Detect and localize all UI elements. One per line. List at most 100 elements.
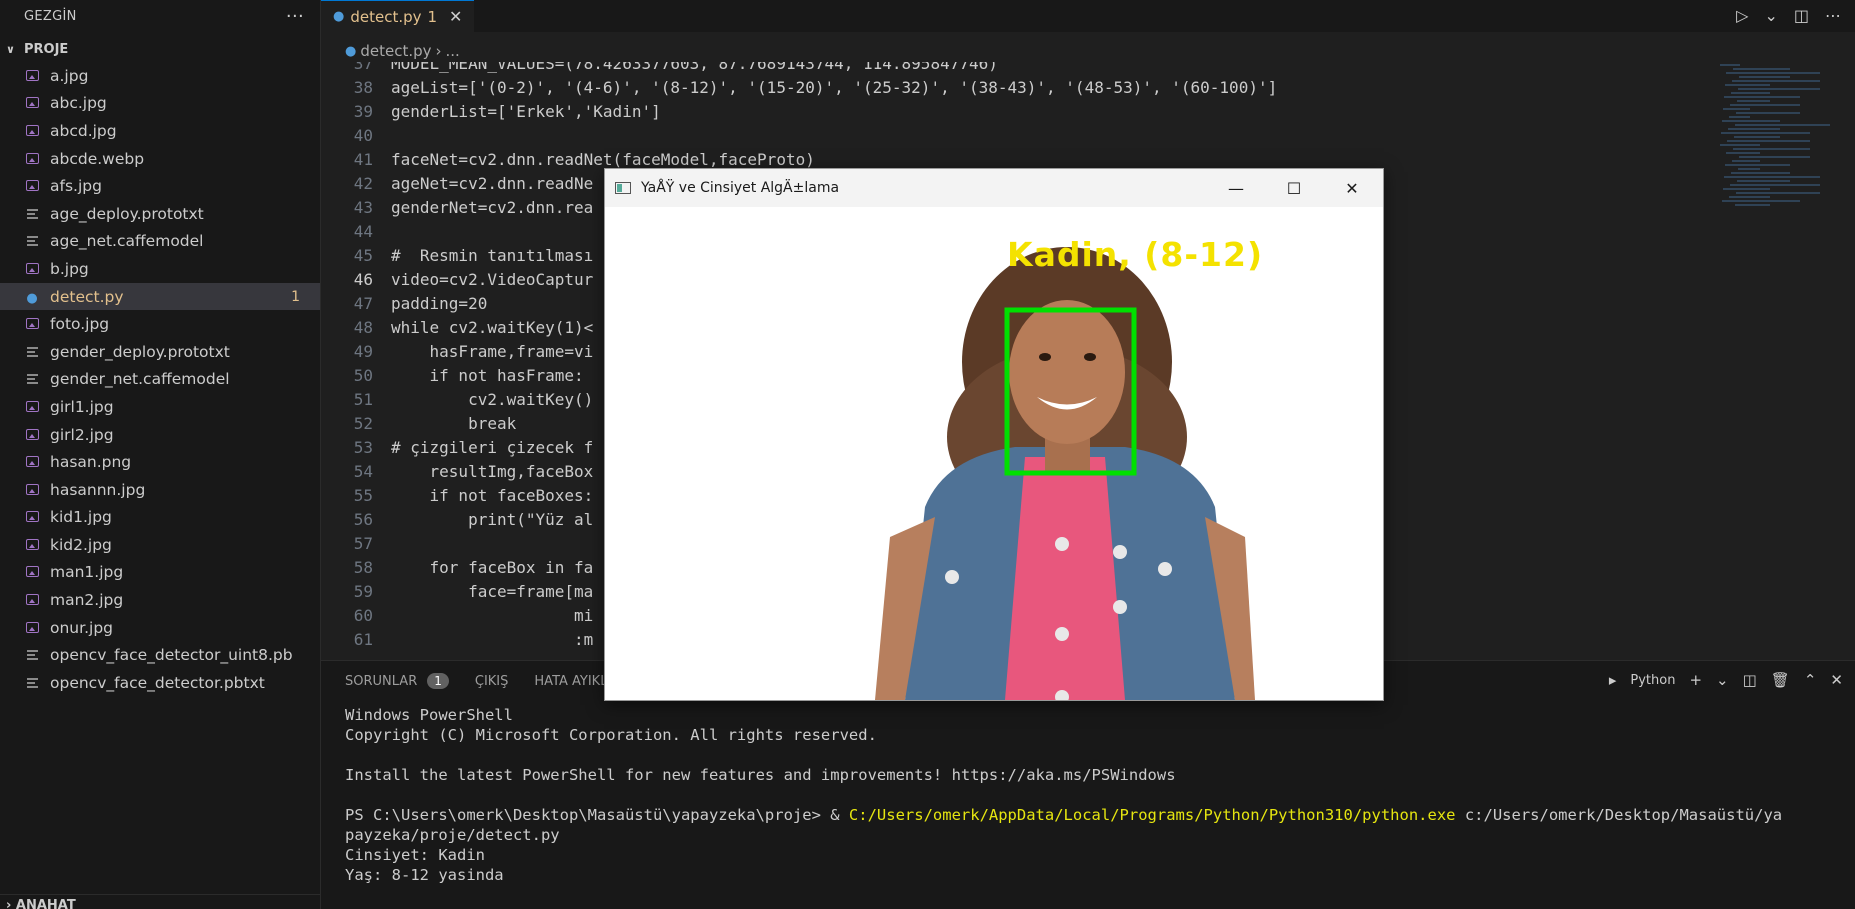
split-terminal-icon[interactable]: ◫ <box>1743 671 1757 689</box>
minimap-line <box>1733 148 1810 150</box>
maximize-panel-icon[interactable]: ⌃ <box>1804 671 1817 689</box>
code-line[interactable]: 61 :m <box>321 628 594 652</box>
code-line[interactable]: 57 <box>321 532 391 556</box>
code-line[interactable]: 39 genderList=['Erkek','Kadin'] <box>321 100 661 124</box>
chevron-down-icon[interactable]: ⌄ <box>1716 671 1729 689</box>
file-item[interactable]: gender_net.caffemodel <box>0 366 320 394</box>
code-line[interactable]: 43 genderNet=cv2.dnn.rea <box>321 196 594 220</box>
text-file-icon <box>22 343 42 361</box>
maximize-icon[interactable]: ☐ <box>1265 169 1323 207</box>
file-item[interactable]: opencv_face_detector_uint8.pb <box>0 641 320 669</box>
close-window-icon[interactable]: ✕ <box>1323 169 1381 207</box>
close-panel-icon[interactable]: ✕ <box>1830 671 1843 689</box>
minimap-line <box>1734 136 1780 138</box>
detection-window[interactable]: YaÅŸ ve Cinsiyet AlgÄ±lama — ☐ ✕ Kadin, … <box>604 168 1384 701</box>
code-line[interactable]: 45 # Resmin tanıtılması <box>321 244 594 268</box>
file-item[interactable]: abc.jpg <box>0 90 320 118</box>
file-item[interactable]: hasannn.jpg <box>0 476 320 504</box>
file-item[interactable]: abcd.jpg <box>0 117 320 145</box>
file-name: foto.jpg <box>50 315 110 334</box>
file-item[interactable]: man1.jpg <box>0 559 320 587</box>
code-line[interactable]: 44 <box>321 220 391 244</box>
file-item[interactable]: onur.jpg <box>0 614 320 642</box>
image-icon <box>22 122 42 140</box>
line-code: ageList=['(0-2)', '(4-6)', '(8-12)', '(1… <box>391 78 1278 97</box>
add-terminal-icon[interactable]: + <box>1689 671 1702 689</box>
file-item[interactable]: ● detect.py 1 <box>0 282 320 311</box>
file-item[interactable]: girl2.jpg <box>0 421 320 449</box>
girl-photo <box>875 247 1255 700</box>
code-line[interactable]: 54 resultImg,faceBox <box>321 460 594 484</box>
more-icon[interactable]: ⋯ <box>1825 6 1841 25</box>
file-name: abcde.webp <box>50 149 145 168</box>
image-icon <box>22 177 42 195</box>
minimap-line <box>1727 140 1810 142</box>
minimap-line <box>1735 204 1770 206</box>
split-editor-icon[interactable]: ◫ <box>1794 6 1809 25</box>
minimap[interactable] <box>1720 62 1840 232</box>
code-line[interactable]: 56 print("Yüz al <box>321 508 594 532</box>
code-line[interactable]: 55 if not faceBoxes: <box>321 484 594 508</box>
terminal-output[interactable]: Windows PowerShell Copyright (C) Microsof… <box>345 705 1782 885</box>
trash-icon[interactable]: 🗑 <box>1771 671 1790 689</box>
window-title: YaÅŸ ve Cinsiyet AlgÄ±lama <box>641 180 840 196</box>
tab-problems[interactable]: SORUNLAR 1 <box>345 673 449 689</box>
tab-output[interactable]: ÇIKIŞ <box>475 674 509 689</box>
file-item[interactable]: age_deploy.prototxt <box>0 200 320 228</box>
file-item[interactable]: man2.jpg <box>0 586 320 614</box>
file-item[interactable]: kid1.jpg <box>0 504 320 532</box>
outline-section[interactable]: › ANAHAT <box>0 894 326 909</box>
editor-tabs: ● detect.py 1 ✕ ▷ ⌄ ◫ ⋯ <box>321 0 1855 32</box>
file-item[interactable]: abcde.webp <box>0 145 320 173</box>
file-problem-badge: 1 <box>291 288 300 305</box>
code-line[interactable]: 38 ageList=['(0-2)', '(4-6)', '(8-12)', '… <box>321 76 1277 100</box>
image-icon <box>22 508 42 526</box>
code-line[interactable]: 51 cv2.waitKey() <box>321 388 594 412</box>
project-folder-header[interactable]: ∨ PROJE <box>0 36 320 62</box>
shell-name[interactable]: Python <box>1630 673 1675 688</box>
line-code: print("Yüz al <box>391 510 594 529</box>
file-item[interactable]: age_net.caffemodel <box>0 228 320 256</box>
line-code: resultImg,faceBox <box>391 462 594 481</box>
tab-label: detect.py <box>350 7 422 26</box>
code-line[interactable]: 49 hasFrame,frame=vi <box>321 340 594 364</box>
code-line[interactable]: 59 face=frame[ma <box>321 580 594 604</box>
minimap-line <box>1725 164 1790 166</box>
code-line[interactable]: 47 padding=20 <box>321 292 488 316</box>
tab-detect-py[interactable]: ● detect.py 1 ✕ <box>321 0 475 32</box>
line-number: 52 <box>353 414 373 433</box>
code-line[interactable]: 42 ageNet=cv2.dnn.readNe <box>321 172 594 196</box>
file-name: opencv_face_detector_uint8.pb <box>50 646 293 665</box>
minimize-icon[interactable]: — <box>1207 169 1265 207</box>
code-line[interactable]: 50 if not hasFrame: <box>321 364 584 388</box>
code-line[interactable]: 40 <box>321 124 391 148</box>
chevron-down-icon[interactable]: ⌄ <box>1764 6 1777 25</box>
more-actions-icon[interactable]: ··· <box>286 6 304 27</box>
minimap-line <box>1731 92 1770 94</box>
tab-output-label: ÇIKIŞ <box>474 673 509 689</box>
file-name: girl2.jpg <box>50 425 114 444</box>
file-item[interactable]: a.jpg <box>0 62 320 90</box>
file-item[interactable]: foto.jpg <box>0 310 320 338</box>
code-line[interactable]: 37 MODEL_MEAN_VALUES=(78.4263377603, 87.7… <box>321 62 998 76</box>
code-line[interactable]: 58 for faceBox in fa <box>321 556 594 580</box>
terminal-exe-path: C:/Users/omerk/AppData/Local/Programs/Py… <box>848 806 1456 824</box>
file-item[interactable]: opencv_face_detector.pbtxt <box>0 669 320 697</box>
file-item[interactable]: gender_deploy.prototxt <box>0 338 320 366</box>
code-line[interactable]: 46 video=cv2.VideoCaptur <box>321 268 594 292</box>
image-icon <box>22 453 42 471</box>
code-line[interactable]: 48 while cv2.waitKey(1)< <box>321 316 594 340</box>
breadcrumb-file[interactable]: detect.py <box>360 42 431 60</box>
file-item[interactable]: girl1.jpg <box>0 393 320 421</box>
file-item[interactable]: kid2.jpg <box>0 531 320 559</box>
code-line[interactable]: 52 break <box>321 412 517 436</box>
file-item[interactable]: afs.jpg <box>0 172 320 200</box>
close-icon[interactable]: ✕ <box>449 7 462 26</box>
code-line[interactable]: 60 mi <box>321 604 594 628</box>
breadcrumb-rest[interactable]: ... <box>446 42 460 60</box>
code-line[interactable]: 53 # çizgileri çizecek f <box>321 436 594 460</box>
file-item[interactable]: hasan.png <box>0 448 320 476</box>
run-icon[interactable]: ▷ <box>1736 6 1748 25</box>
line-number: 56 <box>353 510 373 529</box>
file-item[interactable]: b.jpg <box>0 255 320 283</box>
